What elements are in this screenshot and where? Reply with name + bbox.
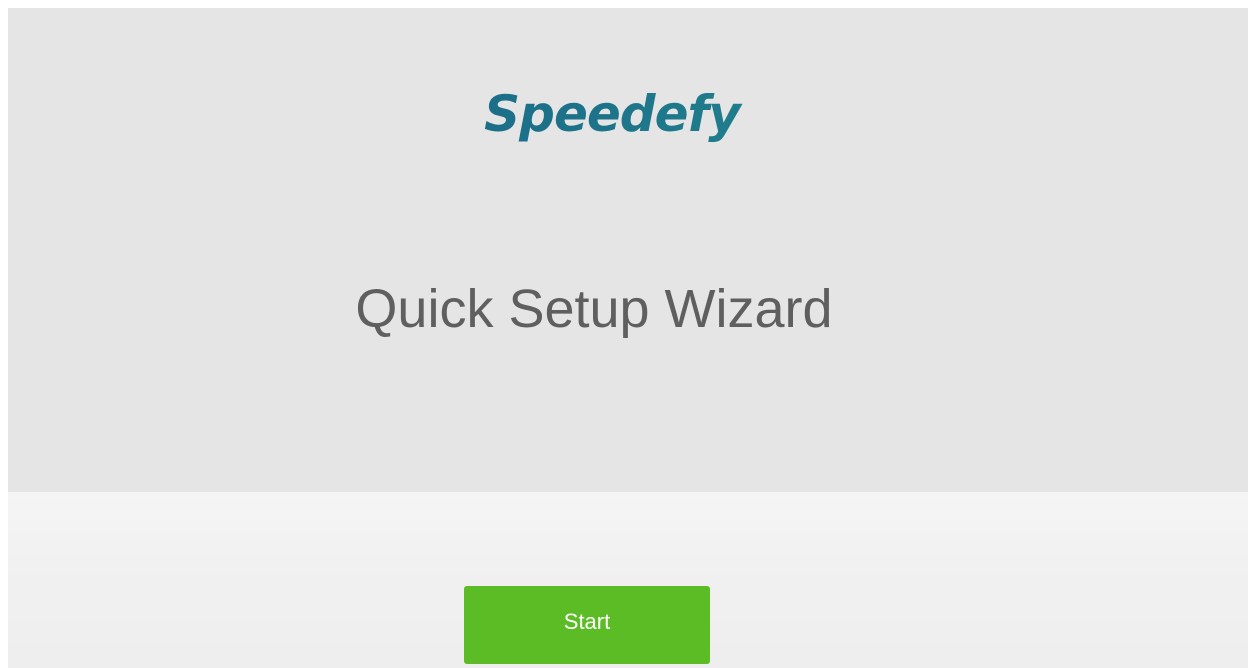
start-button[interactable]: Start	[464, 586, 710, 664]
header-panel: Speedefy Quick Setup Wizard	[8, 8, 1248, 492]
action-panel: Start	[8, 492, 1248, 668]
setup-wizard-page: Speedefy Quick Setup Wizard Start	[8, 8, 1248, 668]
page-title: Quick Setup Wizard	[355, 279, 833, 339]
speedefy-logo: Speedefy	[8, 84, 1216, 144]
